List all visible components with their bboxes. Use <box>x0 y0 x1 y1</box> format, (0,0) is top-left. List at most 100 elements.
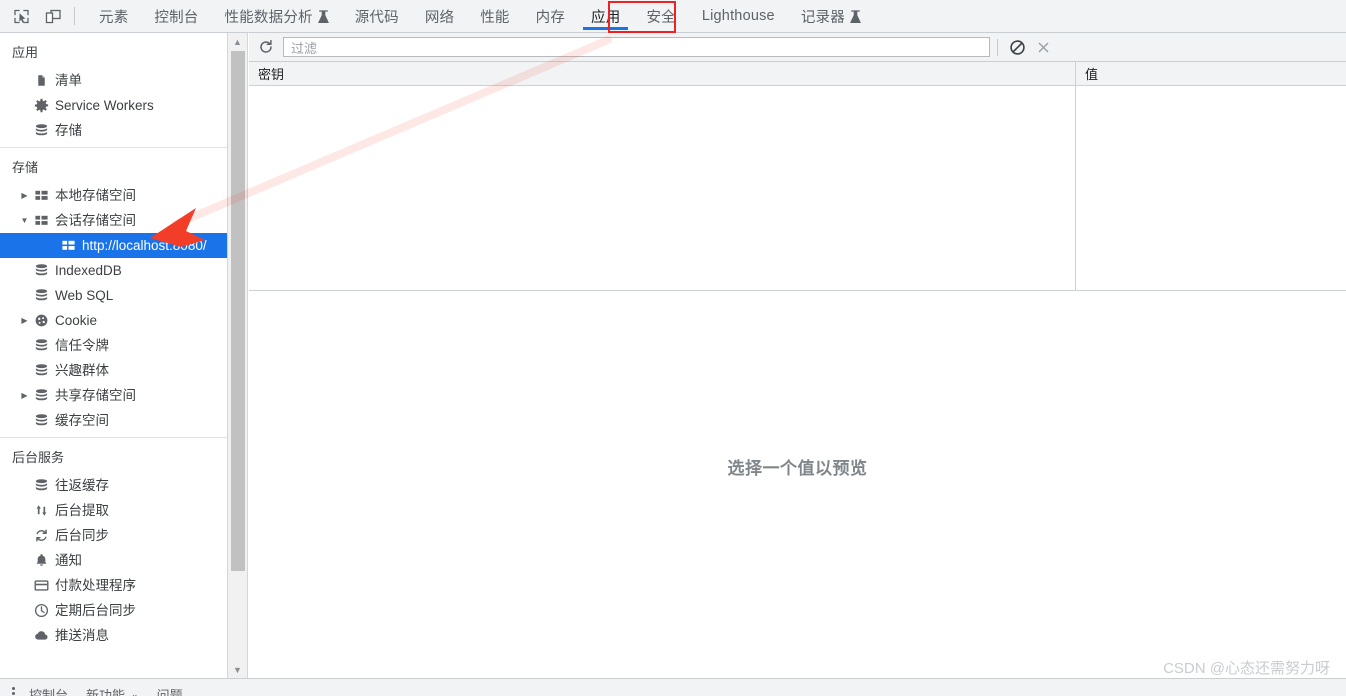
experiment-flask-icon <box>318 10 329 24</box>
sidebar-item-2-1[interactable]: 后台提取 <box>0 498 227 523</box>
statusbar-whatsnew-label: 新功能 <box>86 685 125 696</box>
tab-7[interactable]: 应用 <box>578 0 633 32</box>
sidebar-item-1-3[interactable]: IndexedDB <box>0 258 227 283</box>
sidebar-item-1-8[interactable]: ▶共享存储空间 <box>0 383 227 408</box>
tab-5[interactable]: 性能 <box>467 0 522 32</box>
tab-4[interactable]: 网络 <box>412 0 467 32</box>
toolbar-left-icons <box>0 0 86 32</box>
experiment-flask-icon <box>850 10 861 24</box>
statusbar-item-issues[interactable]: 问题 <box>157 685 183 696</box>
sidebar-item-1-4[interactable]: Web SQL <box>0 283 227 308</box>
sidebar-item-label: 通知 <box>55 554 82 568</box>
sidebar-item-label: 本地存储空间 <box>55 189 136 203</box>
toolbar-divider <box>74 7 75 25</box>
tab-0[interactable]: 元素 <box>86 0 141 32</box>
tab-label: 性能 <box>480 6 509 27</box>
tab-label: 应用 <box>591 6 620 27</box>
storage-filter-toolbar: 过滤 <box>249 33 1346 62</box>
sidebar-item-label: 付款处理程序 <box>55 579 136 593</box>
storage-table[interactable]: 密钥 值 <box>249 62 1346 291</box>
chevron-right-icon[interactable]: ▶ <box>18 392 31 400</box>
sidebar-item-label: Service Workers <box>55 99 154 113</box>
scrollbar-thumb[interactable] <box>231 51 245 571</box>
sidebar-section-title: 应用 <box>0 33 227 68</box>
tab-3[interactable]: 源代码 <box>342 0 412 32</box>
refresh-icon[interactable] <box>253 35 279 59</box>
tab-8[interactable]: 安全 <box>633 0 688 32</box>
tab-label: 控制台 <box>154 6 198 27</box>
chevron-right-icon[interactable]: ▶ <box>18 317 31 325</box>
tab-10[interactable]: 记录器 <box>788 0 874 32</box>
sidebar-item-label: 推送消息 <box>55 629 109 643</box>
chevron-down-icon[interactable]: ▼ <box>18 217 31 225</box>
scrollbar-up-arrow-icon[interactable]: ▲ <box>228 33 247 50</box>
database-icon <box>31 263 51 278</box>
sidebar-scrollbar[interactable]: ▲ ▼ <box>228 33 248 678</box>
tab-label: 元素 <box>99 6 128 27</box>
database-icon <box>31 478 51 493</box>
sidebar-item-2-3[interactable]: 通知 <box>0 548 227 573</box>
sidebar-item-2-5[interactable]: 定期后台同步 <box>0 598 227 623</box>
arrows-updown-icon <box>31 503 51 518</box>
cloud-icon <box>31 628 51 643</box>
sidebar-item-1-7[interactable]: 兴趣群体 <box>0 358 227 383</box>
statusbar-more-icon[interactable] <box>12 686 15 696</box>
inspect-cursor-icon[interactable] <box>8 3 34 29</box>
column-header-value[interactable]: 值 <box>1076 62 1346 85</box>
tab-6[interactable]: 内存 <box>523 0 578 32</box>
sidebar-item-2-2[interactable]: 后台同步 <box>0 523 227 548</box>
storage-table-body[interactable] <box>249 86 1346 290</box>
database-icon <box>31 363 51 378</box>
manifest-file-icon <box>31 73 51 88</box>
sidebar-item-label: 存储 <box>55 124 82 138</box>
sidebar-item-2-0[interactable]: 往返缓存 <box>0 473 227 498</box>
sidebar-item-label: 信任令牌 <box>55 339 109 353</box>
tab-2[interactable]: 性能数据分析 <box>212 0 342 32</box>
sidebar-item-label: 定期后台同步 <box>55 604 136 618</box>
sidebar-item-1-1[interactable]: ▼会话存储空间 <box>0 208 227 233</box>
column-header-key[interactable]: 密钥 <box>249 62 1076 85</box>
chevron-right-icon[interactable]: ▶ <box>18 192 31 200</box>
sidebar-item-1-2[interactable]: http://localhost:8080/ <box>0 233 227 258</box>
tab-9[interactable]: Lighthouse <box>689 0 788 32</box>
database-icon <box>31 288 51 303</box>
csdn-watermark: CSDN @心态还需努力呀 <box>1163 657 1330 678</box>
sidebar-item-label: Web SQL <box>55 289 113 303</box>
tab-label: 网络 <box>425 6 454 27</box>
tab-label: Lighthouse <box>702 8 775 24</box>
preview-empty-message: 选择一个值以预览 <box>728 454 868 479</box>
no-entry-clear-icon[interactable] <box>1004 35 1030 59</box>
tab-label: 记录器 <box>801 6 845 27</box>
sidebar-item-2-6[interactable]: 推送消息 <box>0 623 227 648</box>
scrollbar-down-arrow-icon[interactable]: ▼ <box>228 661 247 678</box>
statusbar-item-whatsnew[interactable]: 新功能 ⌄ <box>86 685 139 696</box>
close-x-icon[interactable] <box>1030 35 1056 59</box>
sidebar-item-1-0[interactable]: ▶ 本地存储空间 <box>0 183 227 208</box>
sidebar-item-1-6[interactable]: 信任令牌 <box>0 333 227 358</box>
statusbar-item-console[interactable]: 控制台 <box>29 685 68 696</box>
application-sidebar[interactable]: 应用清单Service Workers存储存储▶本地存储空间▼会话存储空间htt… <box>0 33 228 678</box>
filter-input[interactable]: 过滤 <box>283 37 990 57</box>
devtools-statusbar: 控制台 新功能 ⌄ 问题 <box>0 678 1346 696</box>
devtools-tabstrip: 元素 控制台性能数据分析源代码网络 性能 内存 应用安全 Lighthouse 记录器 <box>0 0 1346 33</box>
storage-table-key-column <box>249 86 1076 290</box>
database-icon <box>31 123 51 138</box>
sidebar-item-label: 缓存空间 <box>55 414 109 428</box>
sidebar-item-label: 往返缓存 <box>55 479 109 493</box>
sidebar-item-2-4[interactable]: 付款处理程序 <box>0 573 227 598</box>
sidebar-item-label: 后台提取 <box>55 504 109 518</box>
filterbar-divider <box>997 39 998 56</box>
gear-icon <box>31 98 51 113</box>
device-toolbar-icon[interactable] <box>40 3 66 29</box>
tab-label: 内存 <box>536 6 565 27</box>
database-icon <box>31 413 51 428</box>
sidebar-item-1-5[interactable]: ▶Cookie <box>0 308 227 333</box>
tab-1[interactable]: 控制台 <box>141 0 211 32</box>
sidebar-item-1-9[interactable]: 缓存空间 <box>0 408 227 433</box>
clock-icon <box>31 603 51 618</box>
table-grid-icon <box>31 188 51 203</box>
sidebar-item-0-0[interactable]: 清单 <box>0 68 227 93</box>
sidebar-item-0-2[interactable]: 存储 <box>0 118 227 143</box>
sidebar-item-0-1[interactable]: Service Workers <box>0 93 227 118</box>
payment-card-icon <box>31 578 51 593</box>
